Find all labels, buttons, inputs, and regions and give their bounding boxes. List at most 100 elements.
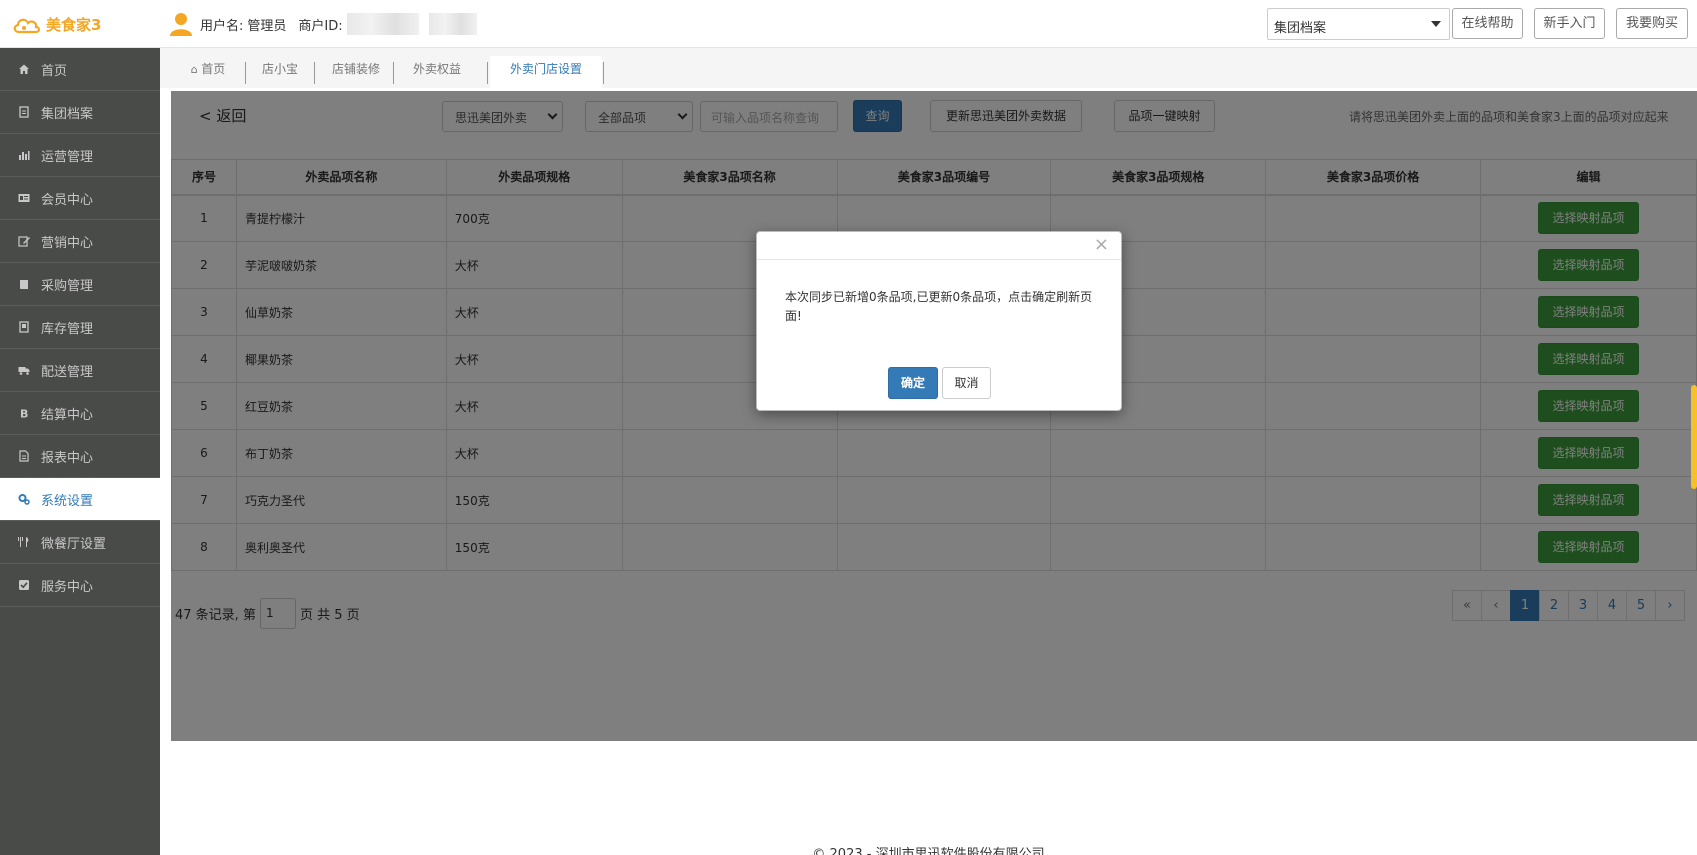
tab-takeout-benefits[interactable]: 外卖权益 (394, 56, 480, 88)
group-select[interactable]: 集团档案 (1267, 8, 1450, 40)
sidebar-item-micro-restaurant[interactable]: 微餐厅设置 (0, 521, 160, 564)
back-link[interactable]: < 返回 (199, 105, 246, 126)
sidebar-item-delivery[interactable]: 配送管理 (0, 349, 160, 392)
takeout-item-spec: 大杯 (445, 241, 623, 289)
close-icon[interactable]: × (1094, 236, 1109, 254)
category-select[interactable]: 全部品项 (585, 101, 693, 132)
tab-home[interactable]: ⌂ 首页 (170, 56, 246, 88)
mapped-item-spec (1050, 476, 1267, 524)
takeout-item-spec: 大杯 (445, 382, 623, 430)
sidebar-item-reports[interactable]: 报表中心 (0, 435, 160, 478)
sidebar-item-label: 采购管理 (41, 278, 94, 294)
query-button[interactable]: 查询 (853, 100, 902, 132)
next-page-button[interactable]: › (1655, 590, 1685, 621)
tab-takeout-store-settings[interactable]: 外卖门店设置 (490, 56, 602, 88)
edit-cell: 选择映射品项 (1480, 335, 1697, 383)
mapped-item-code (836, 476, 1052, 524)
cloud-logo-icon (13, 18, 41, 34)
select-mapping-button[interactable]: 选择映射品项 (1538, 343, 1639, 375)
page-button-1[interactable]: 1 (1510, 590, 1540, 621)
edit-cell: 选择映射品项 (1480, 476, 1697, 524)
page-button-4[interactable]: 4 (1597, 590, 1627, 621)
mapped-item-price (1265, 335, 1481, 383)
takeout-item-name: 奥利奥圣代 (235, 523, 447, 571)
mapped-item-price (1265, 476, 1481, 524)
item-search-input[interactable]: 可输入品项名称查询 (700, 101, 838, 132)
truck-icon (18, 367, 30, 375)
tab-bar: ⌂ 首页 店小宝 店铺装修 外卖权益 外卖门店设置 (160, 48, 1697, 88)
sidebar-item-label: 集团档案 (41, 106, 94, 122)
page-button-5[interactable]: 5 (1626, 590, 1656, 621)
sidebar-item-inventory[interactable]: 库存管理 (0, 306, 160, 349)
edit-icon (18, 236, 30, 247)
row-number: 3 (171, 288, 237, 336)
edit-cell: 选择映射品项 (1480, 523, 1697, 571)
sync-result-dialog: × 本次同步已新增0条品项,已更新0条品项，点击确定刷新页面! 确定 取消 (756, 231, 1122, 411)
record-count-suffix: 页 共 5 页 (299, 608, 360, 623)
sidebar-item-operations[interactable]: 运营管理 (0, 134, 160, 177)
sidebar-item-home[interactable]: 首页 (0, 48, 160, 91)
sidebar-item-members[interactable]: 会员中心 (0, 177, 160, 220)
page-button-2[interactable]: 2 (1539, 590, 1569, 621)
row-number: 2 (171, 241, 237, 289)
cancel-button[interactable]: 取消 (942, 367, 991, 399)
logo[interactable]: 美食家3 (12, 12, 101, 36)
row-number: 1 (171, 194, 237, 242)
column-header: 外卖品项规格 (445, 159, 623, 196)
takeout-item-spec: 150克 (445, 523, 623, 571)
edit-cell: 选择映射品项 (1480, 429, 1697, 477)
mapped-item-price (1265, 523, 1481, 571)
select-mapping-button[interactable]: 选择映射品项 (1538, 249, 1639, 281)
tab-store-decoration[interactable]: 店铺装修 (315, 56, 397, 88)
column-header: 编辑 (1480, 159, 1697, 196)
sidebar-item-marketing[interactable]: 营销中心 (0, 220, 160, 263)
page-number-input[interactable]: 1 (259, 598, 296, 629)
table-row: 8 奥利奥圣代 150克 选择映射品项 (171, 523, 1697, 571)
first-page-button[interactable]: « (1452, 590, 1482, 621)
mapped-item-spec (1050, 429, 1267, 477)
confirm-button[interactable]: 确定 (888, 367, 938, 399)
sidebar-item-group-archive[interactable]: 集团档案 (0, 91, 160, 134)
sidebar-item-label: 系统设置 (41, 493, 94, 509)
category-select-value: 全部品项 (598, 111, 647, 125)
map-all-items-button[interactable]: 品项一键映射 (1114, 100, 1215, 132)
online-help-button[interactable]: 在线帮助 (1452, 8, 1523, 39)
update-takeout-data-button[interactable]: 更新思迅美团外卖数据 (930, 100, 1082, 132)
username-label: 用户名: (200, 18, 244, 34)
mapped-item-code (836, 429, 1052, 477)
beginner-guide-button[interactable]: 新手入门 (1534, 8, 1605, 39)
select-mapping-button[interactable]: 选择映射品项 (1538, 531, 1639, 563)
sidebar-item-system-settings[interactable]: 系统设置 (0, 478, 160, 521)
mapped-item-code (836, 523, 1052, 571)
prev-page-button[interactable]: ‹ (1481, 590, 1511, 621)
bitcoin-icon: B (20, 408, 28, 420)
tab-dianxiaobao[interactable]: 店小宝 (246, 56, 314, 88)
dialog-message: 本次同步已新增0条品项,已更新0条品项，点击确定刷新页面! (785, 290, 1093, 323)
select-mapping-button[interactable]: 选择映射品项 (1538, 390, 1639, 422)
column-header: 序号 (171, 159, 237, 196)
mapped-item-name (621, 523, 838, 571)
mapped-item-price (1265, 288, 1481, 336)
select-mapping-button[interactable]: 选择映射品项 (1538, 296, 1639, 328)
merchant-id-redacted (346, 13, 419, 35)
sidebar-item-settlement[interactable]: B 结算中心 (0, 392, 160, 435)
takeout-item-spec: 大杯 (445, 335, 623, 383)
sidebar-item-label: 微餐厅设置 (41, 536, 107, 552)
platform-select[interactable]: 思迅美团外卖 (442, 101, 563, 132)
select-mapping-button[interactable]: 选择映射品项 (1538, 202, 1639, 235)
page-button-3[interactable]: 3 (1568, 590, 1598, 621)
record-count-prefix: 47 条记录, 第 (175, 608, 256, 623)
bar-chart-icon (19, 151, 30, 160)
copyright-footer: © 2023 - 深圳市思迅软件股份有限公司 (812, 847, 1045, 855)
column-header: 美食家3品项名称 (621, 159, 838, 196)
sidebar-item-label: 配送管理 (41, 364, 94, 380)
select-mapping-button[interactable]: 选择映射品项 (1538, 484, 1639, 516)
buy-button[interactable]: 我要购买 (1616, 8, 1688, 39)
svg-text:B: B (20, 408, 28, 420)
takeout-item-name: 芋泥啵啵奶茶 (235, 241, 447, 289)
sidebar-item-service-center[interactable]: 服务中心 (0, 564, 160, 607)
select-mapping-button[interactable]: 选择映射品项 (1538, 437, 1639, 469)
sidebar-item-purchasing[interactable]: 采购管理 (0, 263, 160, 306)
scroll-indicator[interactable] (1691, 385, 1697, 489)
mapped-item-price (1265, 429, 1481, 477)
